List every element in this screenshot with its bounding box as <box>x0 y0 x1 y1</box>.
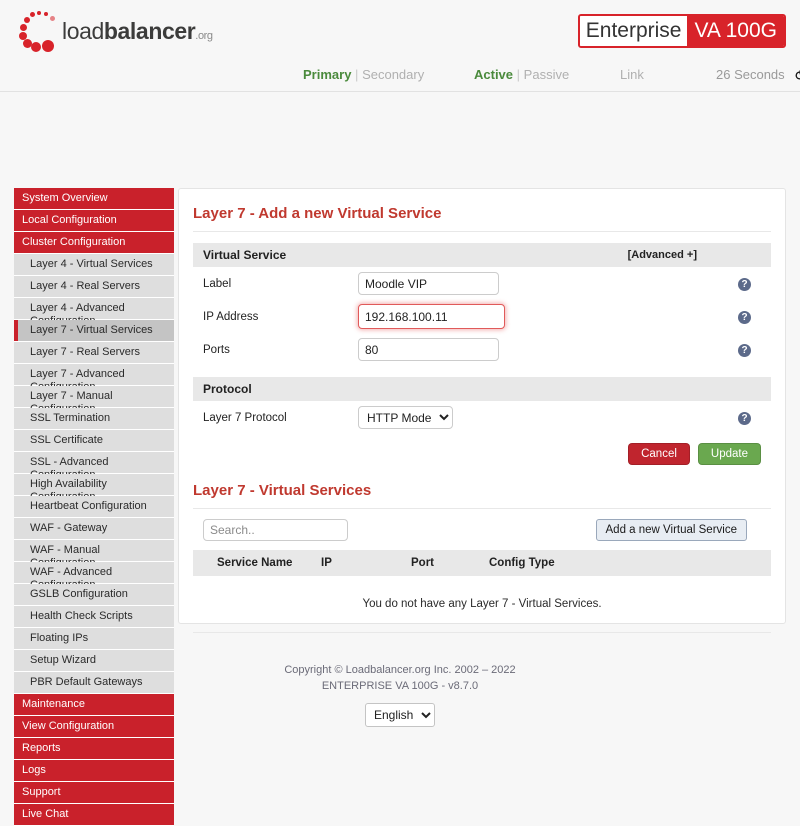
sidebar-item-ssl-certificate[interactable]: SSL Certificate <box>14 430 174 452</box>
virtual-services-list-title: Layer 7 - Virtual Services <box>193 482 771 509</box>
status-group-timer: 26 Seconds <box>716 67 800 84</box>
empty-table-message: You do not have any Layer 7 - Virtual Se… <box>362 598 602 610</box>
sidebar-item-floating-ips[interactable]: Floating IPs <box>14 628 174 650</box>
column-header-port: Port <box>411 557 434 569</box>
product-badge: Enterprise VA 100G <box>577 14 786 48</box>
page-footer: Copyright © Loadbalancer.org Inc. 2002 –… <box>0 662 800 727</box>
help-icon-label[interactable]: ? <box>738 276 751 291</box>
field-row-layer7-protocol: Layer 7 Protocol HTTP Mode ? <box>193 401 771 434</box>
virtual-services-table-header: Service Name IP Port Config Type <box>193 550 771 576</box>
status-group-role: Primary | Secondary <box>303 67 424 82</box>
sidebar-item-layer-7-advanced-configuration[interactable]: Layer 7 - Advanced Configuration <box>14 364 174 393</box>
status-primary[interactable]: Primary <box>303 67 351 82</box>
status-link[interactable]: Link <box>620 67 644 82</box>
badge-model: VA 100G <box>687 16 784 46</box>
column-header-ip: IP <box>321 557 332 569</box>
add-new-virtual-service-button[interactable]: Add a new Virtual Service <box>595 519 747 541</box>
status-group-state: Active | Passive <box>474 67 569 82</box>
sidebar-item-gslb-configuration[interactable]: GSLB Configuration <box>14 584 174 606</box>
ip-address-input[interactable] <box>358 304 505 329</box>
field-row-ports: Ports ? <box>193 333 771 366</box>
sidebar-item-ssl-termination[interactable]: SSL Termination <box>14 408 174 430</box>
table-bottom-divider <box>193 632 771 633</box>
footer-version: ENTERPRISE VA 100G - v8.7.0 <box>321 680 479 692</box>
logo-text-org: .org <box>195 29 213 42</box>
list-toolbar: Add a new Virtual Service <box>193 519 771 541</box>
status-bar: Primary | Secondary Active | Passive Lin… <box>0 66 800 92</box>
sidebar-item-health-check-scripts[interactable]: Health Check Scripts <box>14 606 174 628</box>
label-field-label: Label <box>203 277 232 290</box>
column-header-service-name: Service Name <box>217 557 293 569</box>
refresh-icon[interactable] <box>794 69 800 84</box>
help-icon-layer7-protocol[interactable]: ? <box>738 410 751 425</box>
sidebar-item-local-configuration[interactable]: Local Configuration <box>14 210 174 232</box>
search-input[interactable] <box>203 519 348 541</box>
status-group-link: Link <box>620 67 644 82</box>
main-navigation-sidebar: System Overview Local Configuration Cluste… <box>14 188 174 826</box>
label-input[interactable] <box>358 272 499 295</box>
sidebar-item-waf-manual-configuration[interactable]: WAF - Manual Configuration <box>14 540 174 569</box>
sidebar-item-heartbeat-configuration[interactable]: Heartbeat Configuration <box>14 496 174 518</box>
sidebar-item-waf-gateway[interactable]: WAF - Gateway <box>14 518 174 540</box>
panel-header-label: Virtual Service <box>203 248 287 262</box>
status-passive[interactable]: Passive <box>524 67 570 82</box>
virtual-service-panel-header: Virtual Service [Advanced +] <box>193 243 771 267</box>
sidebar-item-layer-7-real-servers[interactable]: Layer 7 - Real Servers <box>14 342 174 364</box>
sidebar-item-waf-advanced-configuration[interactable]: WAF - Advanced Configuration <box>14 562 174 591</box>
loadbalancer-dots-logo-icon <box>14 8 60 54</box>
footer-copyright: Copyright © Loadbalancer.org Inc. 2002 –… <box>284 664 516 676</box>
ports-input[interactable] <box>358 338 499 361</box>
logo-text-bold: balancer <box>103 17 196 44</box>
ports-field-label: Ports <box>203 343 230 356</box>
protocol-header-label: Protocol <box>203 382 252 396</box>
status-separator-role: | <box>355 67 359 82</box>
refresh-timer-label: 26 Seconds <box>716 67 785 82</box>
status-separator-state: | <box>516 67 521 82</box>
brand-logo[interactable]: loadbalancer.org <box>14 8 213 54</box>
advanced-toggle[interactable]: [Advanced +] <box>628 249 697 261</box>
sidebar-item-logs[interactable]: Logs <box>14 760 174 782</box>
main-content-panel: Layer 7 - Add a new Virtual Service Virt… <box>178 188 786 633</box>
sidebar-item-ssl-advanced-configuration[interactable]: SSL - Advanced Configuration <box>14 452 174 481</box>
status-active[interactable]: Active <box>474 67 513 82</box>
help-icon-ports[interactable]: ? <box>738 342 751 357</box>
logo-text-light: load <box>62 17 104 44</box>
sidebar-item-layer-7-virtual-services[interactable]: Layer 7 - Virtual Services <box>14 320 174 342</box>
form-actions: Cancel Update <box>193 443 761 465</box>
badge-edition: Enterprise <box>579 16 688 46</box>
sidebar-item-live-chat[interactable]: Live Chat <box>14 804 174 826</box>
field-row-label: Label ? <box>193 267 771 300</box>
sidebar-item-layer-4-virtual-services[interactable]: Layer 4 - Virtual Services <box>14 254 174 276</box>
page-title: Layer 7 - Add a new Virtual Service <box>193 189 771 232</box>
language-select[interactable]: English <box>365 703 435 727</box>
layer7-protocol-label: Layer 7 Protocol <box>203 411 287 424</box>
sidebar-item-support[interactable]: Support <box>14 782 174 804</box>
sidebar-item-layer-4-real-servers[interactable]: Layer 4 - Real Servers <box>14 276 174 298</box>
brand-wordmark: loadbalancer.org <box>62 18 213 45</box>
ip-address-field-label: IP Address <box>203 310 259 323</box>
cancel-button[interactable]: Cancel <box>628 443 690 465</box>
sidebar-item-system-overview[interactable]: System Overview <box>14 188 174 210</box>
protocol-panel-header: Protocol <box>193 377 771 401</box>
sidebar-item-layer-4-advanced-configuration[interactable]: Layer 4 - Advanced Configuration <box>14 298 174 327</box>
layer7-protocol-select[interactable]: HTTP Mode <box>358 406 453 429</box>
sidebar-item-cluster-configuration[interactable]: Cluster Configuration <box>14 232 174 254</box>
status-secondary[interactable]: Secondary <box>362 67 424 82</box>
field-row-ip-address: IP Address ? <box>193 300 771 333</box>
update-button[interactable]: Update <box>697 443 761 465</box>
sidebar-item-layer-7-manual-configuration[interactable]: Layer 7 - Manual Configuration <box>14 386 174 415</box>
sidebar-item-reports[interactable]: Reports <box>14 738 174 760</box>
sidebar-item-high-availability-configuration[interactable]: High Availability Configuration <box>14 474 174 503</box>
app-header: loadbalancer.org Enterprise VA 100G <box>0 0 800 66</box>
column-header-config-type: Config Type <box>489 557 555 569</box>
help-icon-ip-address[interactable]: ? <box>738 309 751 324</box>
